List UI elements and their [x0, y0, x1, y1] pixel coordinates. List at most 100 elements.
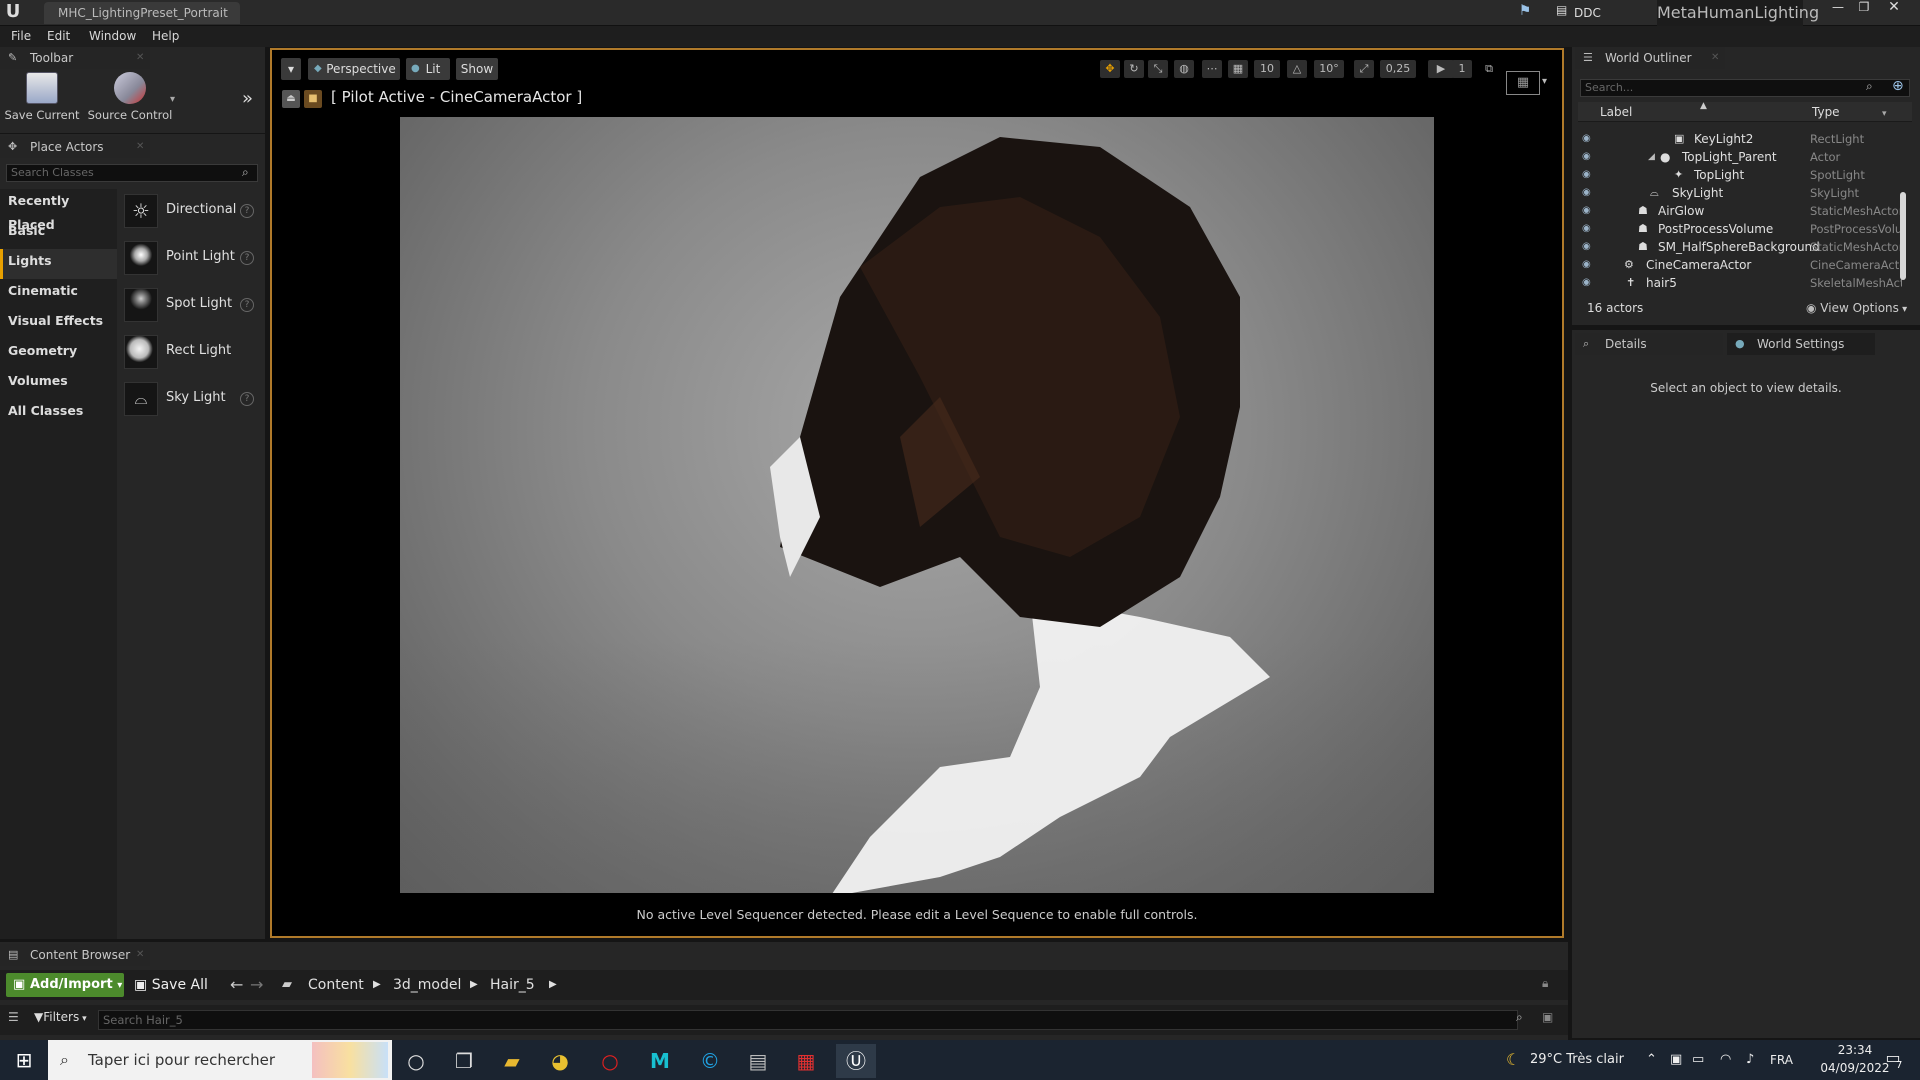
camera-speed-icon[interactable]: ▶ — [1428, 60, 1454, 78]
minimize-icon[interactable]: — — [1826, 0, 1850, 16]
outliner-scrollbar[interactable] — [1900, 192, 1906, 280]
camera-speed-value[interactable]: 1 — [1452, 60, 1472, 78]
weather-text[interactable]: 29°C Très clair — [1530, 1040, 1624, 1080]
volume-icon[interactable]: ♪ — [1746, 1040, 1754, 1080]
app-icon[interactable]: ▤ — [738, 1044, 778, 1078]
menu-help[interactable]: Help — [152, 26, 179, 47]
tray-app-icon[interactable]: ▣ — [1670, 1040, 1682, 1080]
visibility-eye-icon[interactable]: ◉ — [1582, 223, 1596, 234]
world-settings-tab[interactable]: ● World Settings — [1727, 333, 1875, 355]
visibility-eye-icon[interactable]: ◉ — [1582, 259, 1596, 270]
layout-dropdown-icon[interactable]: ▾ — [1542, 76, 1547, 87]
tray-chevron-icon[interactable]: ⌃ — [1646, 1040, 1657, 1080]
source-control-status-icon[interactable]: ⚑ — [1515, 3, 1535, 23]
breadcrumb-arrow-icon[interactable]: ▶ — [470, 973, 478, 997]
category-lights[interactable]: Lights — [0, 249, 117, 279]
sort-ascending-icon[interactable]: ▲ — [1700, 101, 1707, 111]
unreal-engine-taskbar-icon[interactable]: Ⓤ — [836, 1044, 876, 1078]
surface-snap-icon[interactable]: ⋯ — [1202, 60, 1222, 78]
scale-icon[interactable]: ⤡ — [1148, 60, 1168, 78]
outliner-row[interactable]: ◉ ☗ AirGlow StaticMeshActor — [1578, 202, 1904, 220]
filters-button[interactable]: ▼Filters ▾ — [34, 1010, 87, 1024]
place-item-sky-light[interactable]: ⌓ Sky Light ? — [122, 378, 262, 422]
menu-edit[interactable]: Edit — [47, 26, 70, 47]
place-item-rect-light[interactable]: Rect Light — [122, 331, 262, 375]
outliner-row[interactable]: ◉ ⌓ SkyLight SkyLight — [1578, 184, 1904, 202]
maximize-viewport-icon[interactable]: ⧉ — [1479, 60, 1499, 78]
details-tab[interactable]: ⌕ Details — [1575, 333, 1723, 355]
winrar-icon[interactable]: ▦ — [786, 1044, 826, 1078]
world-outliner-tab[interactable]: ☰ World Outliner ✕ — [1575, 47, 1725, 69]
wifi-icon[interactable]: ◠ — [1720, 1040, 1731, 1080]
grid-snap-icon[interactable]: ▦ — [1228, 60, 1248, 78]
toolbar-tab[interactable]: ✎ Toolbar ✕ — [0, 47, 150, 69]
lit-button[interactable]: ● Lit — [406, 58, 450, 80]
source-control-dropdown-icon[interactable]: ▾ — [170, 94, 175, 105]
outliner-row[interactable]: ◉ ✝ hair5 SkeletalMeshActor — [1578, 274, 1904, 292]
rotation-snap-value[interactable]: 10° — [1314, 60, 1344, 78]
place-item-directional[interactable]: ☼ Directional ? — [122, 190, 262, 234]
lock-icon[interactable]: 🔒︎ — [1542, 976, 1548, 991]
add-filter-icon[interactable]: ⊕ — [1892, 78, 1904, 94]
save-current-button[interactable]: Save Current — [4, 72, 80, 130]
help-icon[interactable]: ? — [240, 298, 254, 312]
world-local-icon[interactable]: ◍ — [1174, 60, 1194, 78]
category-basic[interactable]: Basic — [0, 219, 117, 249]
rotate-icon[interactable]: ↻ — [1124, 60, 1144, 78]
expand-toolbar-icon[interactable]: » — [242, 88, 253, 109]
grid-snap-value[interactable]: 10 — [1254, 60, 1280, 78]
category-volumes[interactable]: Volumes — [0, 369, 117, 399]
outliner-row[interactable]: ◉ ✦ TopLight SpotLight — [1578, 166, 1904, 184]
rotation-snap-icon[interactable]: △ — [1287, 60, 1307, 78]
view-options-button[interactable]: ◉ View Options ▾ — [1806, 301, 1907, 315]
outliner-row[interactable]: ◉ ☗ SM_HalfSphereBackground StaticMeshAc… — [1578, 238, 1904, 256]
notifications-icon[interactable]: ▭ — [1878, 1048, 1908, 1072]
outliner-row[interactable]: ◉ ⚙ CineCameraActor CineCameraActor — [1578, 256, 1904, 274]
column-dropdown-icon[interactable]: ▾ — [1882, 109, 1887, 119]
ddc-label[interactable]: DDC — [1574, 3, 1601, 23]
chrome-icon[interactable]: ◕ — [540, 1044, 580, 1078]
maximize-icon[interactable]: ❐ — [1852, 0, 1876, 16]
sources-toggle-icon[interactable]: ☰ — [8, 1010, 19, 1024]
visibility-eye-icon[interactable]: ◉ — [1582, 169, 1596, 180]
forward-arrow-icon[interactable]: → — [250, 973, 263, 997]
eject-pilot-icon[interactable]: ⏏ — [282, 90, 300, 108]
breadcrumb-arrow-icon[interactable]: ▶ — [373, 973, 381, 997]
category-visual-effects[interactable]: Visual Effects — [0, 309, 117, 339]
outliner-row[interactable]: ◉ ☗ PostProcessVolume PostProcessVolume — [1578, 220, 1904, 238]
ccleaner-icon[interactable]: © — [690, 1044, 730, 1078]
visibility-eye-icon[interactable]: ◉ — [1582, 151, 1596, 162]
battery-icon[interactable]: ▭ — [1692, 1040, 1704, 1080]
content-search-input[interactable]: Search Hair_5 — [98, 1010, 1518, 1030]
help-icon[interactable]: ? — [240, 204, 254, 218]
perspective-button[interactable]: ◆ Perspective — [308, 58, 400, 80]
opera-icon[interactable]: ○ — [590, 1044, 630, 1078]
outliner-row[interactable]: ◉ ▣ KeyLight2 RectLight — [1578, 130, 1904, 148]
layout-icon[interactable]: ▦ — [1506, 71, 1540, 95]
cortana-icon[interactable]: ○ — [396, 1044, 436, 1078]
close-tab-icon[interactable]: ✕ — [136, 47, 144, 69]
viewport-options-dropdown[interactable]: ▾ — [281, 58, 301, 80]
close-tab-icon[interactable]: ✕ — [136, 944, 144, 966]
visibility-eye-icon[interactable]: ◉ — [1582, 241, 1596, 252]
scale-snap-icon[interactable]: ⤢ — [1354, 60, 1374, 78]
visibility-eye-icon[interactable]: ◉ — [1582, 133, 1596, 144]
file-explorer-icon[interactable]: ▰ — [492, 1044, 532, 1078]
place-actors-tab[interactable]: ✥ Place Actors ✕ — [0, 136, 150, 158]
language-indicator[interactable]: FRA — [1770, 1040, 1793, 1080]
search-classes-input[interactable]: Search Classes — [6, 164, 258, 182]
save-all-button[interactable]: ▣ Save All — [134, 973, 208, 997]
close-icon[interactable]: ✕ — [1882, 0, 1906, 16]
document-tab[interactable]: MHC_LightingPreset_Portrait — [44, 2, 240, 24]
column-label-header[interactable]: Label — [1600, 105, 1632, 119]
column-type-header[interactable]: Type — [1812, 105, 1840, 119]
add-import-button[interactable]: ▣ Add/Import ▾ — [6, 973, 124, 997]
menu-window[interactable]: Window — [89, 26, 136, 47]
category-geometry[interactable]: Geometry — [0, 339, 117, 369]
source-control-button[interactable]: Source Control — [86, 72, 174, 130]
category-cinematic[interactable]: Cinematic — [0, 279, 117, 309]
content-browser-tab[interactable]: ▤ Content Browser ✕ — [0, 944, 150, 966]
translate-icon[interactable]: ✥ — [1100, 60, 1120, 78]
outliner-row[interactable]: ◉ ◢ ● TopLight_Parent Actor — [1578, 148, 1904, 166]
place-item-spot-light[interactable]: Spot Light ? — [122, 284, 262, 328]
